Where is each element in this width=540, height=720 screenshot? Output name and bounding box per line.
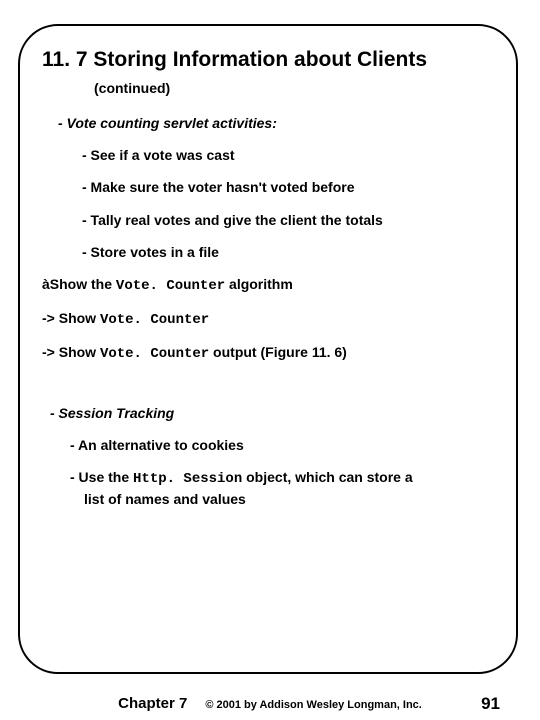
text: output (Figure 11. 6) <box>209 344 347 360</box>
continued-label: (continued) <box>94 80 494 96</box>
slide-frame: 11. 7 Storing Information about Clients … <box>18 24 518 674</box>
activities-heading: - Vote counting servlet activities: <box>58 114 494 132</box>
text: object, which can store a <box>242 469 412 485</box>
footer: Chapter 7 © 2001 by Addison Wesley Longm… <box>0 695 540 712</box>
page-number: 91 <box>481 694 500 714</box>
code-text: Vote. Counter <box>116 278 225 294</box>
show-output-line: -> Show Vote. Counter output (Figure 11.… <box>42 343 494 363</box>
code-text: Http. Session <box>133 471 242 487</box>
text: algorithm <box>225 276 293 292</box>
session-item: - An alternative to cookies <box>70 436 494 454</box>
activity-item: - Tally real votes and give the client t… <box>82 211 494 229</box>
session-item-cont: list of names and values <box>84 490 494 508</box>
code-text: Vote. Counter <box>100 346 209 362</box>
session-item: - Use the Http. Session object, which ca… <box>70 468 494 488</box>
activity-item: - Store votes in a file <box>82 243 494 261</box>
chapter-label: Chapter 7 <box>118 695 187 712</box>
show-algorithm-line: àShow the Vote. Counter algorithm <box>42 275 494 295</box>
activity-item: - See if a vote was cast <box>82 146 494 164</box>
text: -> Show <box>42 310 100 326</box>
code-text: Vote. Counter <box>100 312 209 328</box>
text: Show the <box>50 276 116 292</box>
activity-item: - Make sure the voter hasn't voted befor… <box>82 178 494 196</box>
text: -> Show <box>42 344 100 360</box>
arrow-icon: à <box>42 276 50 292</box>
copyright-label: © 2001 by Addison Wesley Longman, Inc. <box>205 699 422 711</box>
show-votecounter-line: -> Show Vote. Counter <box>42 309 494 329</box>
slide-title: 11. 7 Storing Information about Clients <box>42 48 494 72</box>
session-heading: - Session Tracking <box>50 404 494 422</box>
text: - Use the <box>70 469 133 485</box>
